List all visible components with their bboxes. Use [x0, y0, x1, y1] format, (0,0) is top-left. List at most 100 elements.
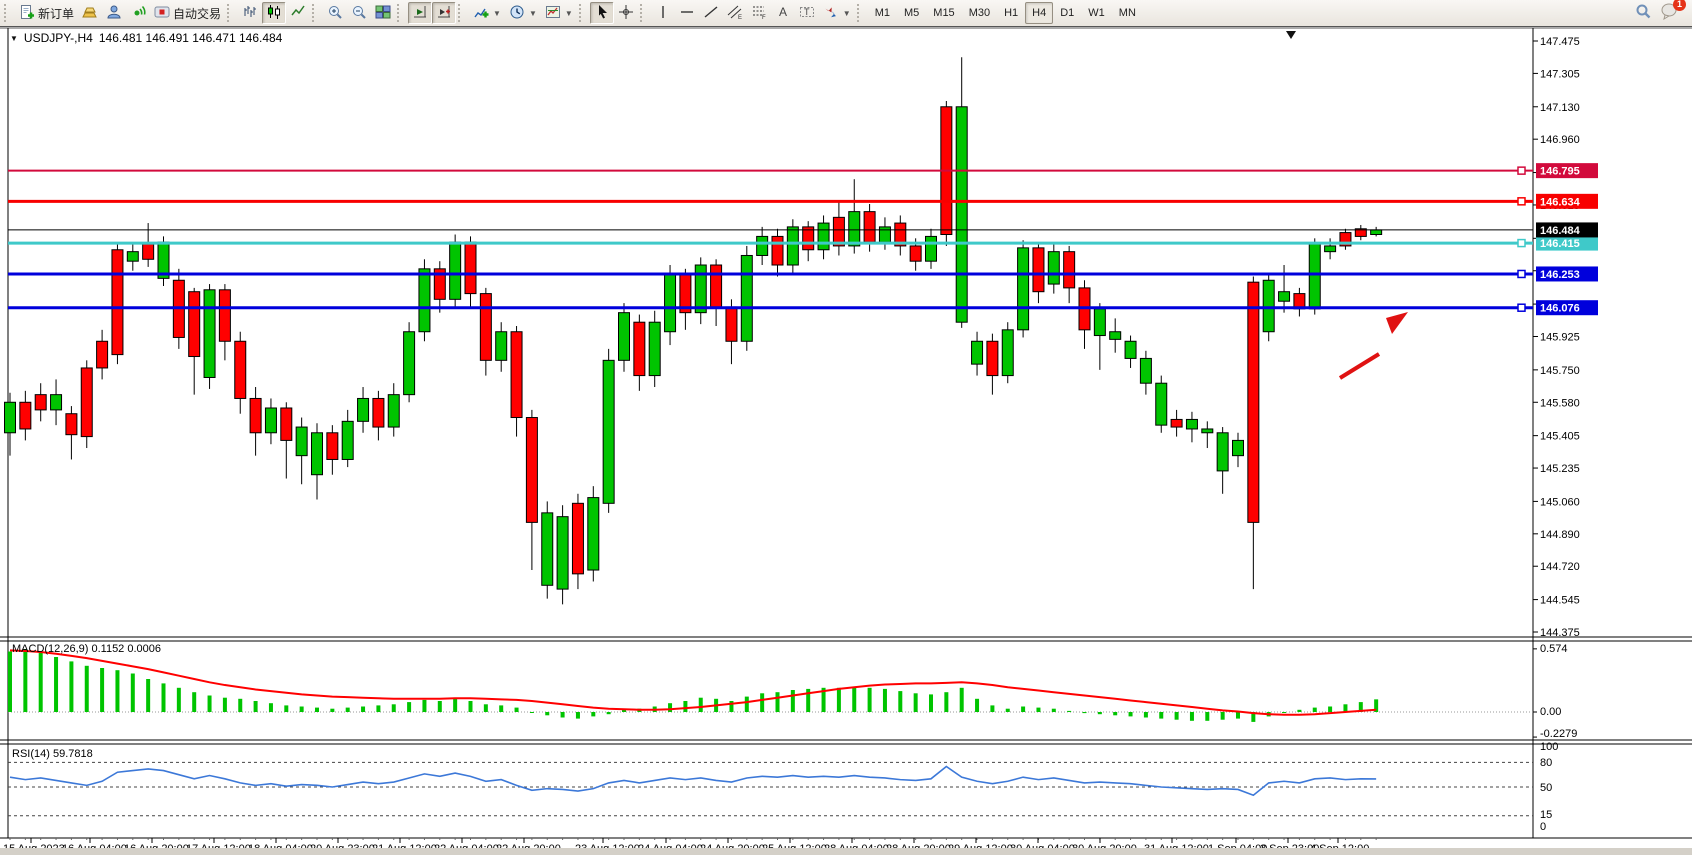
candle-body: [312, 433, 323, 475]
crosshair-icon: [618, 4, 634, 23]
autotrade-button[interactable]: 自动交易: [150, 2, 225, 24]
macd-histogram-bar: [361, 707, 365, 713]
fibonacci-icon: F: [751, 4, 767, 23]
candle-body: [1202, 429, 1213, 433]
macd-histogram-bar: [745, 697, 749, 712]
macd-histogram-bar: [469, 701, 473, 712]
level-line-handle[interactable]: [1518, 270, 1525, 277]
rsi-axis-label: 50: [1540, 782, 1552, 794]
candle-body: [1309, 244, 1320, 309]
autotrade-stop-icon: [154, 4, 170, 23]
fibonacci-tool[interactable]: F: [747, 2, 771, 24]
candle-body: [1048, 252, 1059, 284]
horizontal-line-icon: [679, 4, 695, 23]
channel-tool[interactable]: E: [723, 2, 747, 24]
new-order-button[interactable]: 新订单: [15, 2, 78, 24]
tile-windows-button[interactable]: [371, 2, 395, 24]
macd-histogram-bar: [177, 688, 181, 712]
label-tool[interactable]: T: [795, 2, 819, 24]
candle-body: [849, 212, 860, 246]
bar-chart-button[interactable]: [238, 2, 262, 24]
quotes-button[interactable]: [78, 2, 102, 24]
candlestick-chart-button[interactable]: [262, 2, 286, 24]
candle-body: [987, 341, 998, 375]
toolbar-grip[interactable]: [640, 4, 647, 22]
time-tick-label: 31 Aug 12:00: [1144, 843, 1209, 848]
horizontal-line-tool[interactable]: [675, 2, 699, 24]
time-tick-label: 24 Aug 20:00: [700, 843, 765, 848]
tab-timeframe-h4[interactable]: H4: [1025, 2, 1053, 24]
symbol-dropdown-icon[interactable]: ▼: [10, 34, 18, 43]
time-tick-label: 16 Aug 04:00: [62, 843, 127, 848]
templates-button[interactable]: ▼: [541, 2, 577, 24]
indicators-button[interactable]: ▼: [469, 2, 505, 24]
time-tick-label: 29 Aug 12:00: [948, 843, 1013, 848]
chevron-down-icon: ▼: [843, 9, 851, 18]
macd-histogram-bar: [776, 692, 780, 712]
periods-button[interactable]: ▼: [505, 2, 541, 24]
tab-timeframe-m30[interactable]: M30: [962, 2, 997, 24]
zoom-out-button[interactable]: [347, 2, 371, 24]
chart-shift-button[interactable]: [432, 2, 456, 24]
toolbar-grip[interactable]: [857, 4, 864, 22]
candle-body: [695, 265, 706, 313]
macd-histogram-bar: [192, 692, 196, 712]
macd-histogram-bar: [238, 699, 242, 712]
search-icon[interactable]: [1634, 2, 1652, 25]
toolbar-grip[interactable]: [579, 4, 586, 22]
vertical-line-icon: [655, 4, 671, 23]
line-chart-button[interactable]: [286, 2, 310, 24]
chart-ohlc-readout: 146.481 146.491 146.471 146.484: [99, 31, 283, 45]
time-tick-label: 28 Aug 04:00: [824, 843, 889, 848]
tab-timeframe-mn[interactable]: MN: [1112, 2, 1143, 24]
candle-body: [66, 414, 77, 435]
level-line-handle[interactable]: [1518, 240, 1525, 247]
rsi-axis-label: 15: [1540, 809, 1552, 821]
candle-body: [649, 322, 660, 375]
level-line-handle[interactable]: [1518, 198, 1525, 205]
tile-windows-icon: [375, 4, 391, 23]
price-tick-label: 146.960: [1540, 134, 1580, 146]
chart-canvas[interactable]: 147.475147.305147.130146.960146.785146.6…: [0, 27, 1692, 848]
signals-button[interactable]: [126, 2, 150, 24]
level-line-handle[interactable]: [1518, 167, 1525, 174]
crosshair-button[interactable]: [614, 2, 638, 24]
cursor-button[interactable]: [590, 2, 614, 24]
tab-timeframe-m1[interactable]: M1: [868, 2, 897, 24]
tab-timeframe-d1[interactable]: D1: [1053, 2, 1081, 24]
toolbar-grip[interactable]: [458, 4, 465, 22]
text-tool[interactable]: A: [771, 2, 795, 24]
candle-body: [388, 395, 399, 427]
notifications-button[interactable]: 1: [1660, 2, 1680, 25]
macd-histogram-bar: [54, 657, 58, 712]
tab-timeframe-m5[interactable]: M5: [897, 2, 926, 24]
current-price-badge-text: 146.484: [1540, 225, 1581, 237]
level-line-handle[interactable]: [1518, 304, 1525, 311]
toolbar-grip[interactable]: [312, 4, 319, 22]
macd-histogram-bar: [300, 707, 304, 713]
toolbar-grip[interactable]: [227, 4, 234, 22]
candle-body: [1217, 433, 1228, 471]
candle-body: [450, 242, 461, 299]
toolbar-grip[interactable]: [4, 4, 11, 22]
trendline-tool[interactable]: [699, 2, 723, 24]
arrows-tool[interactable]: ▼: [819, 2, 855, 24]
macd-histogram-bar: [407, 702, 411, 712]
tab-timeframe-m15[interactable]: M15: [926, 2, 961, 24]
macd-histogram-bar: [115, 670, 119, 712]
time-tick-label: 22 Aug 20:00: [496, 843, 561, 848]
auto-scroll-button[interactable]: [408, 2, 432, 24]
candle-body: [665, 275, 676, 332]
vertical-line-tool[interactable]: [651, 2, 675, 24]
macd-histogram-bar: [1205, 712, 1209, 721]
macd-histogram-bar: [1221, 712, 1225, 720]
zoom-in-button[interactable]: [323, 2, 347, 24]
candle-body: [542, 513, 553, 585]
tab-timeframe-w1[interactable]: W1: [1081, 2, 1112, 24]
toolbar-grip[interactable]: [397, 4, 404, 22]
chart-shift-icon: [436, 4, 452, 23]
tab-timeframe-h1[interactable]: H1: [997, 2, 1025, 24]
candle-body: [1248, 282, 1259, 522]
macd-histogram-bar: [1006, 709, 1010, 712]
community-button[interactable]: [102, 2, 126, 24]
